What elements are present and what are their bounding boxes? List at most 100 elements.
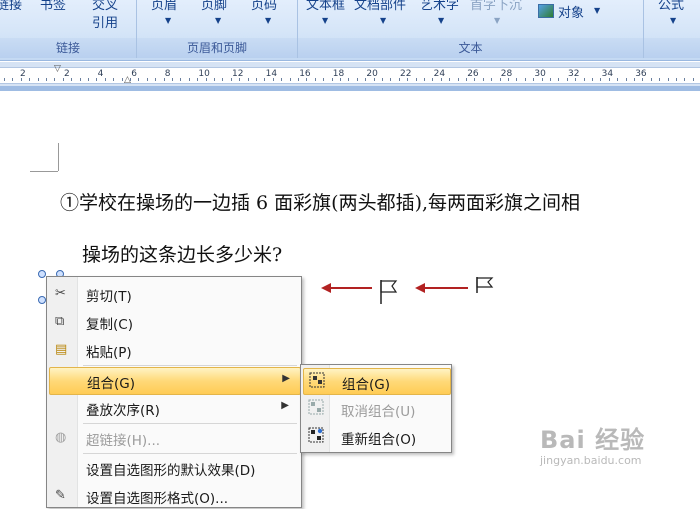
footer-dropdown-icon[interactable]: ▼ [215, 16, 221, 25]
ruler-strip: 2 2 4 6 8 10 12 14 16 18 20 22 24 26 28 30 32 34 36 [0, 67, 700, 84]
arrow-line-left[interactable] [330, 287, 372, 289]
bookmark-button[interactable]: 书签 [40, 0, 66, 13]
margin-corner-mark-horizontal [30, 171, 58, 172]
formula-dropdown-icon[interactable]: ▼ [670, 16, 676, 25]
ruler-tick [676, 78, 677, 81]
ruler-tick [331, 78, 333, 81]
ruler-tick [281, 78, 283, 81]
ruler-tick [37, 78, 39, 81]
ruler-tick [533, 78, 535, 81]
hyperlink-button[interactable]: 链接 [0, 0, 22, 13]
flag-icon[interactable] [474, 275, 496, 295]
selection-handle[interactable] [38, 296, 46, 304]
ruler-tick [205, 78, 207, 81]
document-text-line-1[interactable]: ①学校在操场的一边插 6 面彩旗(两头都插),每两面彩旗之间相 [60, 188, 580, 215]
left-indent-marker[interactable]: △ [124, 75, 131, 85]
ruler-tick [508, 78, 509, 81]
ruler-label: 18 [332, 69, 345, 79]
footer-button[interactable]: 页脚 [201, 0, 227, 13]
arrow-head-right [415, 283, 425, 293]
menu-item-cut-label: 剪切(T) [86, 289, 132, 305]
group-label-symbols [644, 38, 700, 58]
ruler-tick [298, 78, 299, 81]
ruler-tick [625, 78, 627, 81]
menu-item-order[interactable]: 叠放次序(R) ▶ [49, 395, 299, 421]
ruler-tick [684, 78, 686, 81]
ruler-label: 32 [568, 69, 580, 79]
menu-item-paste[interactable]: ▤ 粘贴(P) [49, 337, 299, 363]
ruler-tick [600, 78, 602, 81]
ruler-tick [449, 78, 451, 81]
ruler-tick [4, 78, 5, 81]
selection-handle[interactable] [38, 270, 46, 278]
ruler-tick [432, 78, 434, 81]
object-dropdown-icon[interactable]: ▼ [594, 6, 600, 15]
menu-item-hyperlink: ◍ 超链接(H)... [49, 425, 299, 451]
menu-item-cut[interactable]: ✂ 剪切(T) [49, 281, 299, 307]
menu-item-default-effect[interactable]: 设置自选图形的默认效果(D) [49, 455, 299, 481]
ruler-tick [230, 78, 232, 81]
flag-icon[interactable] [378, 278, 400, 306]
header-dropdown-icon[interactable]: ▼ [165, 16, 171, 25]
ruler-tick [558, 78, 560, 81]
ruler-tick [256, 78, 257, 81]
object-button[interactable]: 对象 [558, 2, 584, 21]
page-number-button[interactable]: 页码 [251, 0, 277, 13]
scissors-icon: ✂ [55, 286, 66, 301]
ruler-tick [12, 78, 14, 81]
textbox-dropdown-icon[interactable]: ▼ [322, 16, 328, 25]
ribbon-group-text: 文本框 ▼ 文档部件 ▼ 艺术字 ▼ 首字下沉 ▼ 对象 ▼ 文本 [298, 0, 644, 58]
arrow-line-right[interactable] [424, 287, 468, 289]
ruler-tick [79, 78, 81, 81]
header-button[interactable]: 页眉 [151, 0, 177, 13]
submenu-arrow-icon: ▶ [281, 400, 289, 411]
ruler-tick [62, 78, 64, 81]
paste-icon: ▤ [55, 342, 68, 357]
object-icon [538, 4, 554, 18]
ruler-tick [634, 78, 635, 81]
menu-item-hyperlink-label: 超链接(H)... [86, 433, 161, 449]
ruler-tick [222, 78, 224, 81]
wordart-button[interactable]: 艺术字 [420, 0, 459, 13]
ruler-tick [138, 78, 140, 81]
ruler-tick [541, 78, 543, 81]
textbox-button[interactable]: 文本框 [306, 0, 345, 13]
ruler-tick [247, 78, 249, 81]
ruler-tick [239, 78, 241, 81]
regroup-icon [308, 427, 324, 443]
ruler-tick [617, 78, 619, 81]
horizontal-ruler[interactable]: 2 2 4 6 8 10 12 14 16 18 20 22 24 26 28 30 32 34 36 ▽ △ [0, 62, 700, 87]
ruler-tick [474, 78, 476, 81]
ruler-tick [121, 78, 123, 81]
page-number-dropdown-icon[interactable]: ▼ [265, 16, 271, 25]
ungroup-icon [308, 399, 324, 415]
formula-button[interactable]: 公式 [658, 0, 684, 13]
menu-item-group-label: 组合(G) [87, 376, 135, 392]
first-line-indent-marker[interactable]: ▽ [54, 64, 61, 74]
submenu-item-group[interactable]: 组合(G) [303, 368, 451, 395]
quick-parts-button[interactable]: 文档部件 [354, 0, 406, 13]
ribbon-group-symbols: 公式 ▼ [644, 0, 700, 58]
quick-parts-dropdown-icon[interactable]: ▼ [380, 16, 386, 25]
menu-separator [83, 423, 297, 424]
submenu-item-regroup[interactable]: 重新组合(O) [303, 424, 449, 449]
ruler-tick [155, 78, 157, 81]
ruler-tick [348, 78, 350, 81]
ruler-label: 22 [400, 69, 412, 79]
menu-item-format-shape[interactable]: ✎ 设置自选图形格式(O)... [49, 483, 299, 509]
ruler-tick [180, 78, 182, 81]
ruler-tick [407, 78, 409, 81]
ruler-tick [373, 78, 375, 81]
ruler-tick [398, 78, 400, 81]
menu-item-group[interactable]: 组合(G) ▶ [49, 367, 301, 395]
ruler-label: 36 [635, 69, 647, 79]
document-text-line-2[interactable]: 操场的这条边长多少米? [82, 240, 282, 267]
wordart-dropdown-icon[interactable]: ▼ [438, 16, 444, 25]
cross-reference-button-line2[interactable]: 引用 [92, 12, 118, 31]
ruler-label: 12 [232, 69, 244, 79]
ruler-tick [323, 78, 325, 81]
ruler-label: 34 [601, 69, 614, 79]
ruler-tick [272, 78, 274, 81]
menu-item-copy[interactable]: ⧉ 复制(C) [49, 309, 299, 335]
arrow-head-left [321, 283, 331, 293]
